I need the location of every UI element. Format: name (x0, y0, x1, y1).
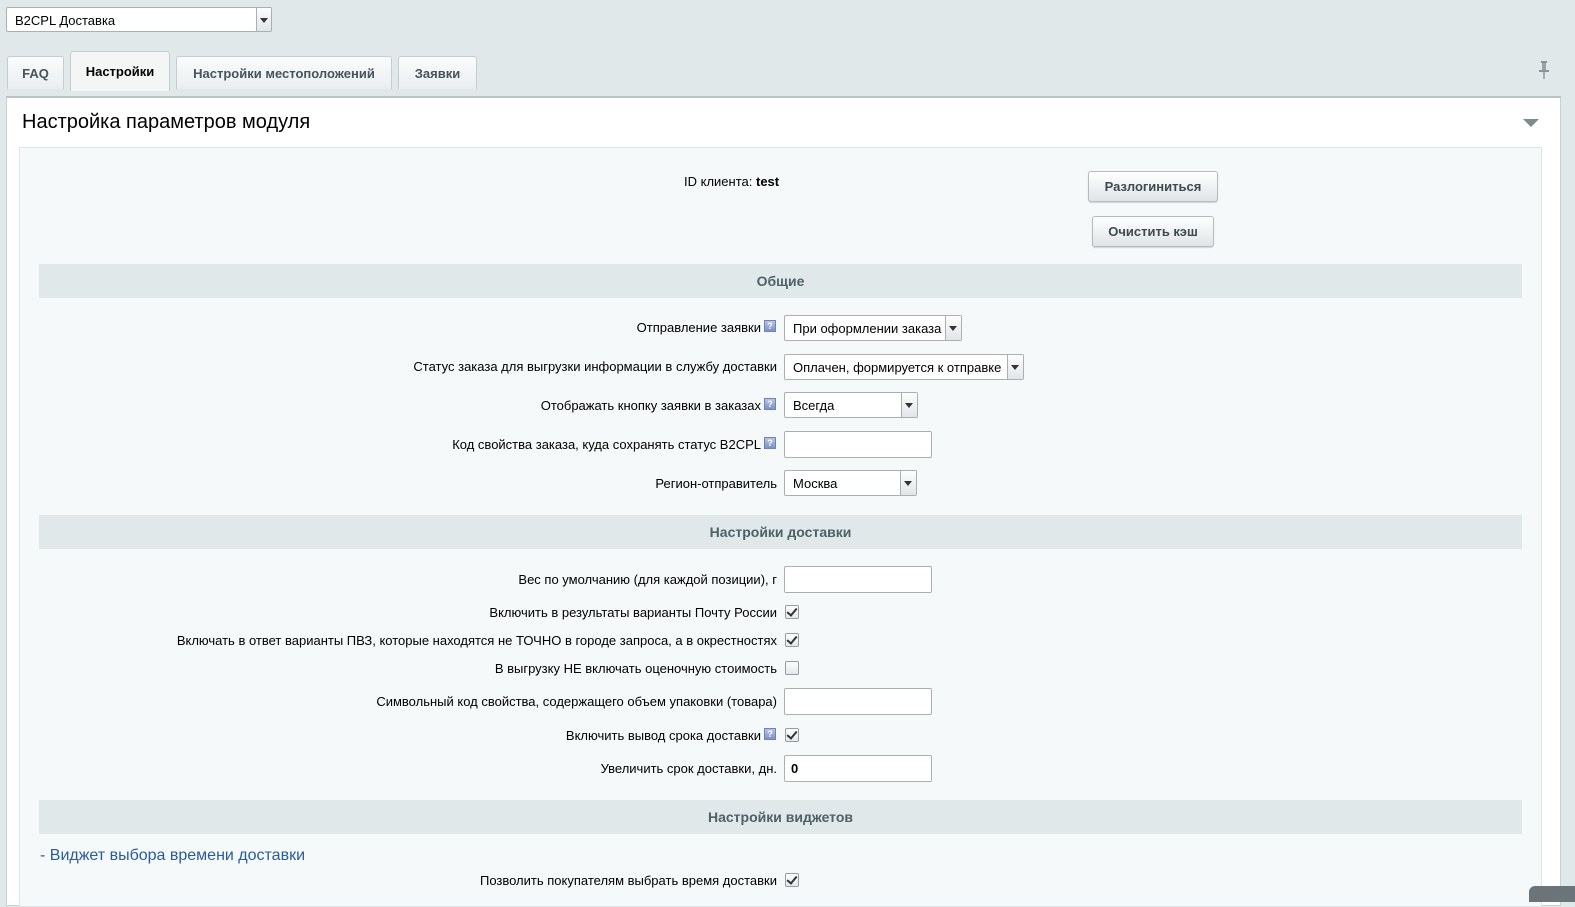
show-button-label: Отображать кнопку заявки в заказах (540, 398, 761, 413)
client-id-label: ID клиента: (684, 174, 753, 189)
help-icon[interactable]: ? (764, 437, 776, 449)
volume-prop-input[interactable] (784, 688, 932, 715)
send-request-select[interactable]: При оформлении заказа (784, 315, 962, 341)
status-prop-label: Код свойства заказа, куда сохранять стат… (452, 437, 761, 452)
region-value: Москва (793, 476, 838, 491)
tab-requests[interactable]: Заявки (398, 56, 477, 89)
volume-prop-label: Символьный код свойства, содержащего объ… (376, 694, 777, 709)
collapse-icon[interactable] (1521, 117, 1541, 129)
clear-cache-button[interactable]: Очистить кэш (1092, 216, 1214, 247)
increase-term-input[interactable] (784, 755, 932, 782)
show-term-label: Включить вывод срока доставки (565, 728, 761, 743)
region-select[interactable]: Москва (784, 470, 917, 496)
no-estimated-cost-label: В выгрузку НЕ включать оценочную стоимос… (494, 661, 777, 676)
show-term-checkbox[interactable] (785, 728, 799, 742)
client-id-value: test (755, 174, 780, 189)
tab-settings[interactable]: Настройки (70, 51, 170, 91)
time-widget-link[interactable]: - Виджет выбора времени доставки (40, 847, 305, 865)
scroll-up-handle[interactable] (1529, 886, 1575, 902)
show-button-select[interactable]: Всегда (784, 392, 918, 418)
module-select[interactable]: B2CPL Доставка (6, 7, 272, 32)
chevron-down-icon[interactable] (945, 316, 961, 340)
allow-time-checkbox[interactable] (785, 873, 799, 887)
tab-faq[interactable]: FAQ (7, 56, 64, 89)
tab-label: FAQ (22, 65, 49, 81)
russian-post-checkbox[interactable] (785, 605, 799, 619)
module-select-value: B2CPL Доставка (15, 13, 116, 28)
help-icon[interactable]: ? (764, 728, 776, 740)
chevron-down-icon[interactable] (901, 393, 917, 417)
allow-time-label: Позволить покупателям выбрать время дост… (479, 873, 777, 888)
page-title: Настройка параметров модуля (22, 111, 311, 133)
chevron-down-icon[interactable] (900, 471, 916, 495)
chevron-down-icon[interactable] (1007, 355, 1023, 379)
section-delivery: Настройки доставки (39, 515, 1522, 549)
logout-button[interactable]: Разлогиниться (1088, 171, 1218, 202)
pvz-nearby-checkbox[interactable] (785, 633, 799, 647)
tab-location-settings[interactable]: Настройки местоположений (176, 56, 392, 89)
increase-term-label: Увеличить срок доставки, дн. (600, 761, 777, 776)
show-button-value: Всегда (793, 398, 835, 413)
region-label: Регион-отправитель (655, 476, 777, 491)
chevron-down-icon[interactable] (256, 8, 271, 31)
order-status-select[interactable]: Оплачен, формируется к отправке (784, 354, 1024, 380)
section-widgets: Настройки виджетов (39, 800, 1522, 834)
default-weight-input[interactable] (784, 566, 932, 593)
status-prop-input[interactable] (784, 431, 932, 458)
help-icon[interactable]: ? (764, 320, 776, 332)
tab-label: Настройки (85, 64, 155, 79)
order-status-value: Оплачен, формируется к отправке (793, 360, 1002, 375)
client-id: ID клиента: test (684, 174, 779, 189)
no-estimated-cost-checkbox[interactable] (785, 661, 799, 675)
tab-label: Заявки (414, 65, 461, 81)
pin-icon[interactable] (1537, 60, 1551, 80)
section-general: Общие (39, 264, 1522, 298)
send-request-label: Отправление заявки (636, 320, 761, 335)
order-status-label: Статус заказа для выгрузки информации в … (413, 359, 777, 374)
default-weight-label: Вес по умолчанию (для каждой позиции), г (518, 572, 777, 587)
pvz-nearby-label: Включать в ответ варианты ПВЗ, которые н… (176, 633, 777, 648)
tab-label: Настройки местоположений (193, 65, 375, 81)
help-icon[interactable]: ? (764, 398, 776, 410)
send-request-value: При оформлении заказа (793, 321, 942, 336)
russian-post-label: Включить в результаты варианты Почту Рос… (489, 605, 777, 620)
